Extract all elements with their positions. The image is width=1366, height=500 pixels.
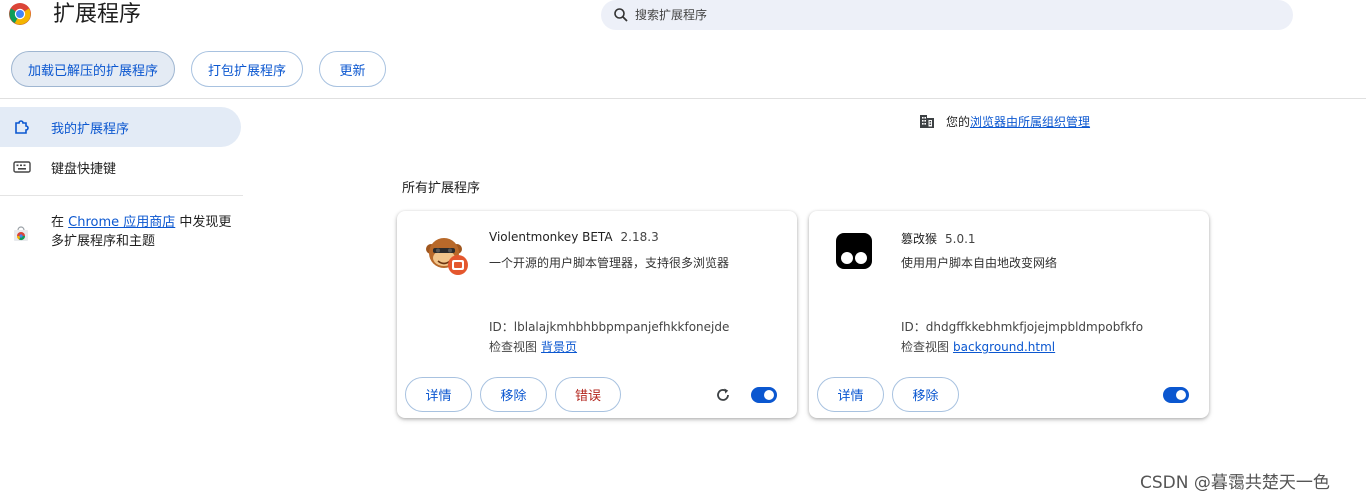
load-unpacked-button[interactable]: 加载已解压的扩展程序	[11, 51, 175, 87]
page-title: 扩展程序	[53, 2, 142, 27]
search-box[interactable]	[601, 0, 1293, 30]
update-button[interactable]: 更新	[319, 51, 386, 87]
enable-toggle[interactable]	[1163, 387, 1189, 403]
extension-name-line: 篡改猴 5.0.1	[901, 230, 976, 247]
managed-notice: 您的 浏览器由所属组织管理	[918, 112, 1090, 130]
extension-id: ID：lblalajkmhbhbbpmpanjefhkkfonejde	[489, 320, 730, 334]
chrome-logo-icon	[9, 3, 31, 25]
inspect-views: 检查视图 背景页	[489, 338, 577, 355]
header: 扩展程序	[0, 0, 1366, 36]
extension-id: ID：dhdgffkkebhmkfjojejmpbldmpobfkfo	[901, 320, 1144, 334]
inspect-link[interactable]: 背景页	[541, 340, 577, 354]
managed-link[interactable]: 浏览器由所属组织管理	[970, 113, 1090, 130]
chrome-webstore-icon	[14, 226, 28, 241]
webstore-promo-text: 在 Chrome 应用商店 中发现更多扩展程序和主题	[51, 213, 242, 251]
sidebar-item-label: 键盘快捷键	[51, 161, 117, 177]
inspect-label: 检查视图	[901, 340, 950, 354]
details-button[interactable]: 详情	[817, 377, 884, 412]
extension-card: Violentmonkey BETA 2.18.3 一个开源的用户脚本管理器，支持…	[397, 211, 797, 418]
extension-description: 使用用户脚本自由地改变网络	[901, 256, 1058, 270]
sidebar: 我的扩展程序 键盘快捷键 在 Chrome 应用商店 中发现更多扩展程序和主题	[0, 99, 245, 500]
extension-version: 2.18.3	[620, 230, 659, 244]
details-button[interactable]: 详情	[405, 377, 472, 412]
inspect-label: 检查视图	[489, 340, 538, 354]
managed-prefix: 您的	[946, 114, 971, 129]
puzzle-icon	[12, 117, 32, 137]
extension-name: Violentmonkey BETA	[489, 230, 613, 244]
extension-name: 篡改猴	[901, 232, 938, 246]
inspect-views: 检查视图 background.html	[901, 338, 1055, 355]
section-title: 所有扩展程序	[402, 181, 481, 196]
toggle-knob	[764, 390, 774, 400]
remove-button[interactable]: 移除	[480, 377, 547, 412]
toggle-knob	[1176, 390, 1186, 400]
building-icon	[920, 115, 934, 128]
keyboard-icon	[12, 157, 32, 177]
inspect-link[interactable]: background.html	[953, 340, 1055, 354]
sidebar-item-keyboard-shortcuts[interactable]: 键盘快捷键	[0, 147, 241, 187]
remove-button[interactable]: 移除	[892, 377, 959, 412]
search-icon	[614, 8, 628, 22]
promo-prefix: 在	[51, 215, 69, 230]
watermark-text: CSDN @暮霭共楚天一色	[1140, 473, 1330, 493]
pack-extension-button[interactable]: 打包扩展程序	[191, 51, 303, 87]
sidebar-divider	[0, 195, 243, 196]
extension-name-line: Violentmonkey BETA 2.18.3	[489, 230, 659, 244]
webstore-link[interactable]: Chrome 应用商店	[68, 215, 175, 230]
tampermonkey-icon	[836, 233, 872, 269]
extension-version: 5.0.1	[945, 232, 976, 246]
reload-icon[interactable]	[714, 386, 732, 404]
sidebar-item-label: 我的扩展程序	[51, 121, 130, 137]
webstore-promo: 在 Chrome 应用商店 中发现更多扩展程序和主题	[12, 213, 242, 251]
violentmonkey-icon	[426, 238, 468, 275]
errors-button[interactable]: 错误	[555, 377, 621, 412]
extension-card: 篡改猴 5.0.1 使用用户脚本自由地改变网络 ID：dhdgffkkebhmkf…	[809, 211, 1209, 418]
toolbar: 加载已解压的扩展程序 打包扩展程序 更新	[0, 50, 1366, 90]
search-input[interactable]	[635, 8, 1235, 22]
enable-toggle[interactable]	[751, 387, 777, 403]
sidebar-item-my-extensions[interactable]: 我的扩展程序	[0, 107, 241, 147]
extension-description: 一个开源的用户脚本管理器，支持很多浏览器	[489, 256, 730, 270]
